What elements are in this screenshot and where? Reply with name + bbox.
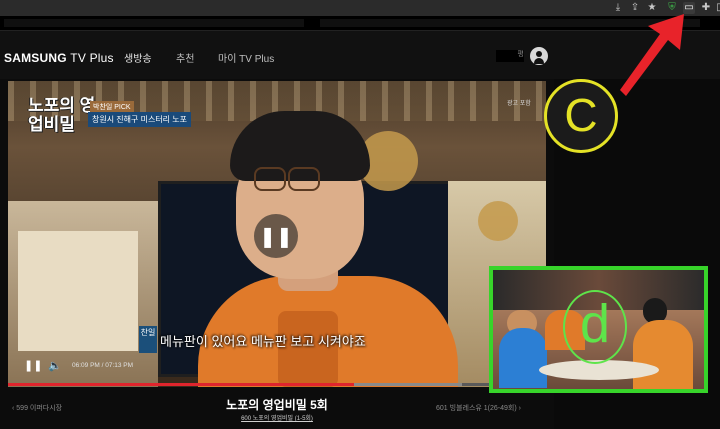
speaker-tag: 찬일	[139, 326, 157, 353]
avatar-head	[536, 51, 542, 57]
browser-toolbar: ⤓ ⇪ ★ ⛨ ▭ ✚ ▯	[0, 0, 720, 16]
next-episode-link[interactable]: 601 빙블레스유 1(26-49회) ›	[436, 403, 521, 413]
bookmarks-bar	[0, 16, 720, 31]
presenter-glasses-right	[288, 167, 320, 191]
user-name-suffix: 평	[517, 51, 524, 58]
volume-icon[interactable]: 🔈	[48, 359, 62, 372]
nav-my-tv-plus[interactable]: 마이 TV Plus	[218, 50, 274, 65]
pick-subtitle: 창원시 진해구 미스터리 노포	[88, 112, 191, 127]
progress-bar[interactable]	[8, 383, 546, 386]
presenter-glasses-left	[254, 167, 286, 191]
user-name-redacted: 평	[496, 50, 524, 62]
ad-included-label: 광고 포함	[507, 101, 531, 107]
bookmark-placeholder	[4, 19, 304, 27]
pause-icon[interactable]: ❚❚	[24, 359, 42, 372]
pip-person-blue-shirt	[499, 328, 547, 388]
video-subtitle: 메뉴판이 있어요 메뉴판 보고 시켜야죠	[160, 334, 366, 349]
video-scene-board	[18, 231, 138, 351]
logo-brand: SAMSUNG	[4, 51, 67, 65]
picture-in-picture-window[interactable]: d	[489, 266, 708, 393]
time-readout: 06:09 PM / 07:13 PM	[72, 362, 134, 369]
nav-recommended[interactable]: 추천	[176, 50, 194, 65]
annotation-circle-d: d	[563, 290, 627, 364]
annotation-arrow-icon	[620, 14, 684, 96]
nav-live[interactable]: 생방송	[124, 50, 152, 65]
progress-played	[8, 383, 354, 386]
sidebar-icon[interactable]: ▯	[713, 2, 720, 14]
program-subtitle-link[interactable]: 600 노포의 영업비밀 (1-5회)	[0, 413, 554, 422]
center-pause-button[interactable]: ❚❚	[254, 214, 298, 258]
puzzle-icon[interactable]: ✚	[700, 2, 712, 14]
pip-person-orange-shirt-right	[633, 320, 693, 389]
logo-product: TV Plus	[70, 51, 114, 65]
avatar-body	[534, 58, 544, 64]
video-scene-disc	[478, 201, 518, 241]
user-avatar[interactable]	[530, 47, 548, 65]
annotation-circle-c: C	[544, 79, 618, 153]
next-episode-label: 601 빙블레스유 1(26-49회)	[436, 405, 517, 412]
samsung-tv-plus-logo[interactable]: SAMSUNG TV Plus	[4, 51, 114, 65]
